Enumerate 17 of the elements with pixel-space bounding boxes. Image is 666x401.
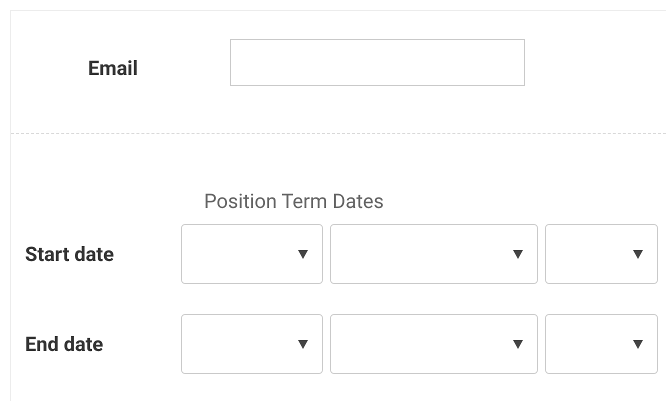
caret-icon bbox=[298, 250, 308, 258]
select-dropdown[interactable] bbox=[545, 224, 658, 284]
select-dropdown[interactable] bbox=[330, 224, 538, 284]
email-label: Email bbox=[87, 55, 139, 82]
date-label: Start date bbox=[24, 241, 115, 268]
caret-icon bbox=[633, 340, 643, 348]
caret-icon bbox=[513, 250, 523, 258]
caret-icon bbox=[513, 340, 523, 348]
email-input-field[interactable] bbox=[230, 38, 525, 86]
section-title: Position Term Dates bbox=[204, 189, 384, 213]
caret-icon bbox=[633, 250, 643, 258]
caret-icon bbox=[298, 340, 308, 348]
select-dropdown[interactable] bbox=[181, 314, 323, 374]
date-label: End date bbox=[24, 331, 104, 358]
select-dropdown[interactable] bbox=[545, 314, 658, 374]
select-dropdown[interactable] bbox=[181, 224, 323, 284]
select-dropdown[interactable] bbox=[330, 314, 538, 374]
